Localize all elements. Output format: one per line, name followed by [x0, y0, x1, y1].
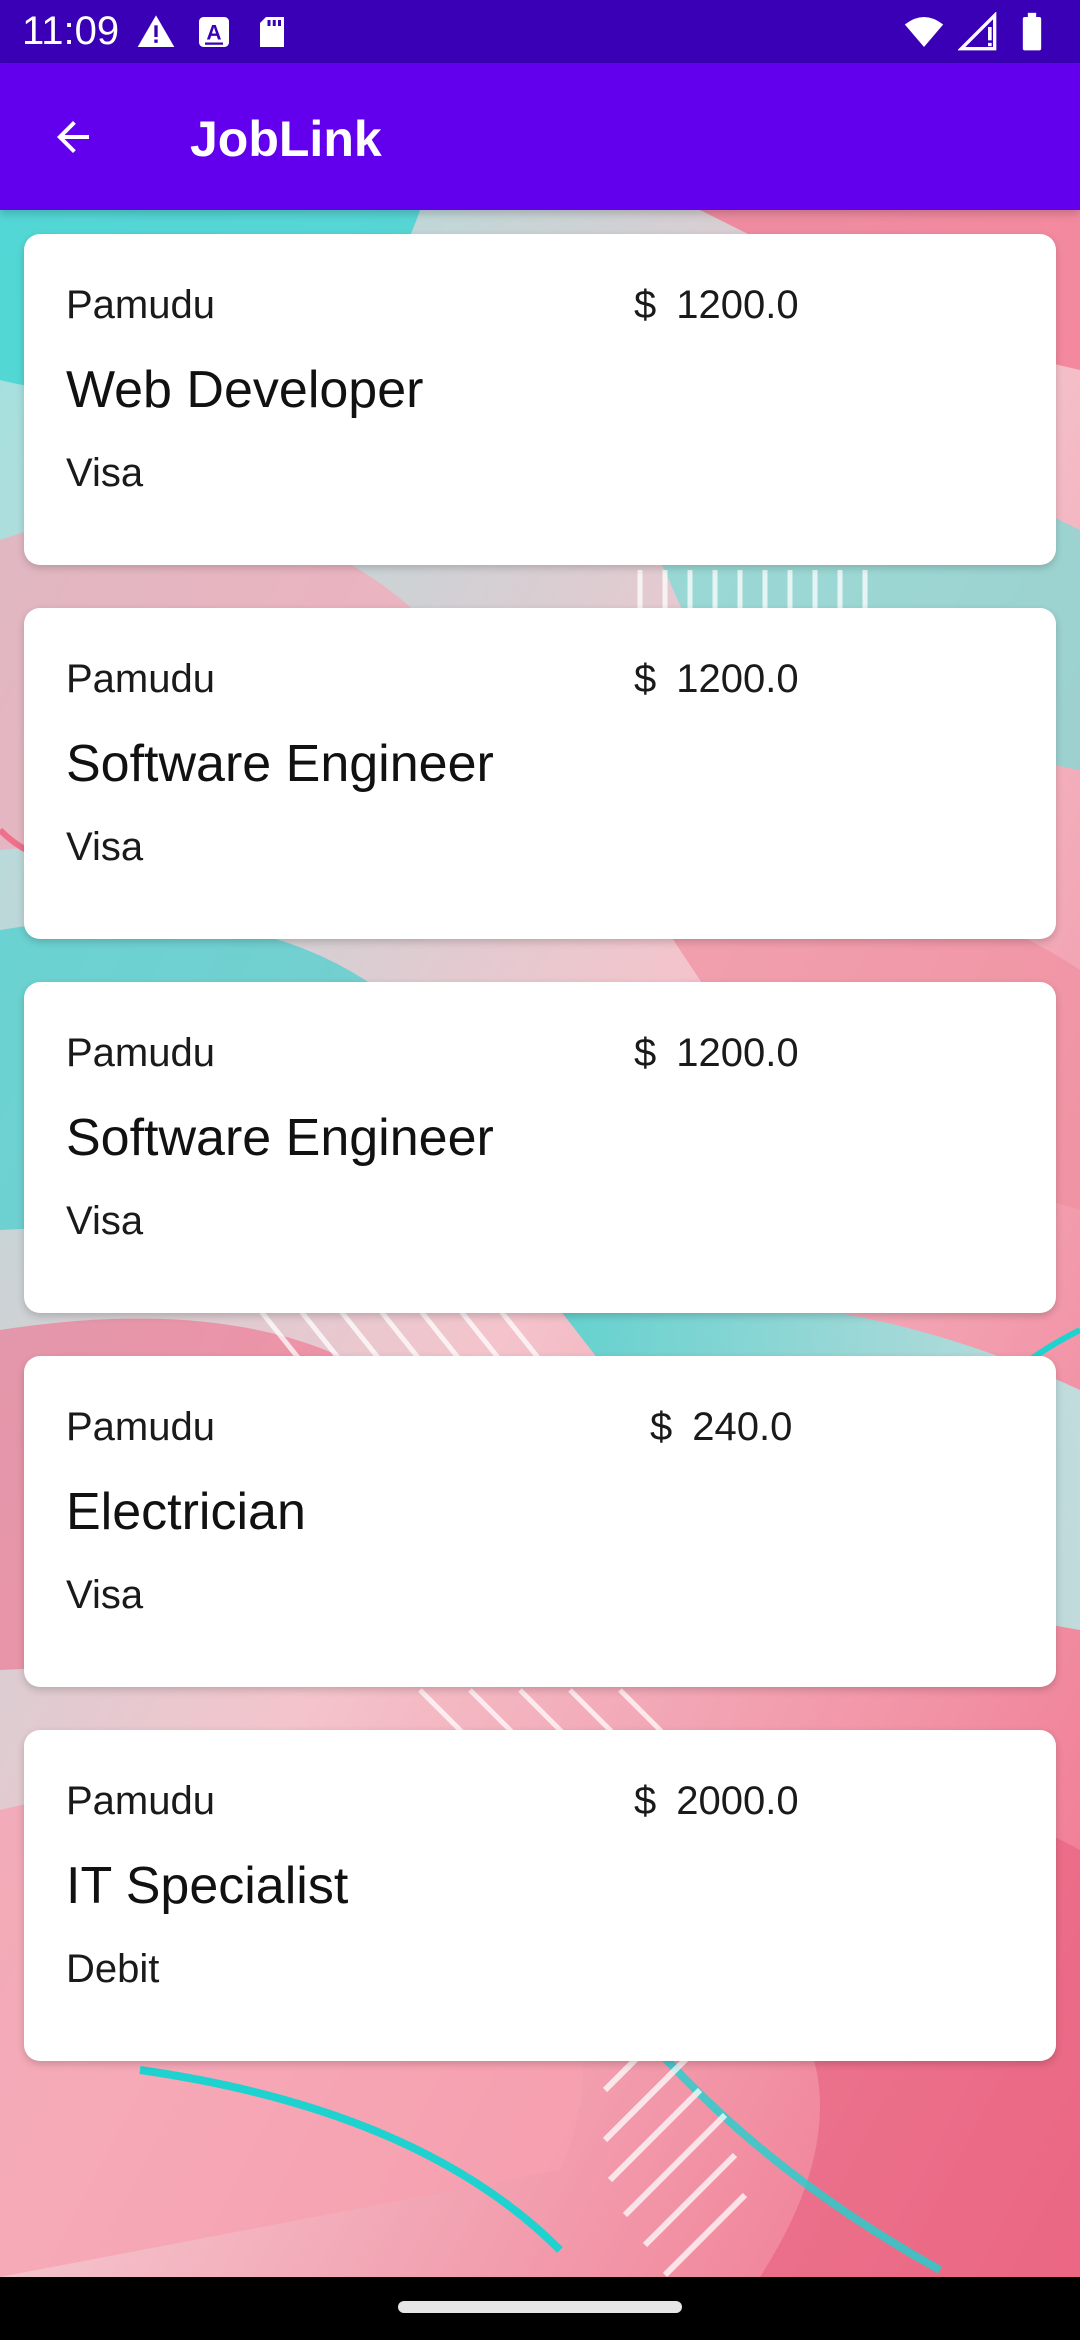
payment-method: Visa — [66, 1199, 144, 1243]
wifi-icon — [904, 12, 944, 52]
currency-symbol: $ — [634, 1779, 657, 1823]
job-owner: Pamudu — [66, 657, 215, 701]
price-amount: 2000.0 — [676, 1779, 799, 1823]
status-time: 11:09 — [22, 9, 120, 53]
job-title: IT Specialist — [66, 1857, 349, 1915]
job-card[interactable]: Pamudu $1200.0 Software Engineer Visa — [24, 982, 1056, 1313]
battery-icon — [1012, 12, 1052, 52]
job-owner: Pamudu — [66, 1779, 215, 1823]
app-bar: JobLink — [0, 63, 1080, 210]
payment-method: Visa — [66, 451, 144, 495]
price-amount: 1200.0 — [676, 1031, 799, 1075]
job-price: $240.0 — [650, 1404, 792, 1450]
arrow-back-icon — [57, 121, 89, 153]
navigation-bar — [0, 2277, 1080, 2340]
signal-icon — [958, 12, 998, 52]
job-title: Web Developer — [66, 361, 424, 419]
price-amount: 1200.0 — [676, 657, 799, 701]
job-owner: Pamudu — [66, 1031, 215, 1075]
home-indicator[interactable] — [398, 2301, 682, 2313]
job-price: $1200.0 — [634, 282, 799, 328]
job-title: Electrician — [66, 1483, 306, 1541]
back-button[interactable] — [40, 104, 106, 170]
job-card[interactable]: Pamudu $1200.0 Software Engineer Visa — [24, 608, 1056, 939]
status-system-icons — [904, 12, 1052, 52]
job-price: $2000.0 — [634, 1778, 799, 1824]
status-notification-icons: A — [136, 12, 292, 52]
payment-method: Visa — [66, 825, 144, 869]
job-title: Software Engineer — [66, 735, 494, 793]
job-card[interactable]: Pamudu $2000.0 IT Specialist Debit — [24, 1730, 1056, 2061]
payment-method: Debit — [66, 1947, 160, 1991]
status-bar: 11:09 A — [0, 0, 1080, 63]
svg-text:A: A — [206, 22, 221, 45]
payment-method: Visa — [66, 1573, 144, 1617]
price-amount: 240.0 — [692, 1405, 793, 1449]
job-title: Software Engineer — [66, 1109, 494, 1167]
screen: 11:09 A JobLink Pamudu $ 1200.0 Web Deve… — [0, 0, 1080, 2340]
job-owner: Pamudu — [66, 283, 215, 327]
job-card[interactable]: Pamudu $1200.0 Web Developer Visa — [24, 234, 1056, 565]
job-price: $1200.0 — [634, 1030, 799, 1076]
currency-symbol: $ — [634, 1031, 657, 1075]
app-title: JobLink — [190, 111, 382, 167]
sd-card-icon — [252, 12, 292, 52]
currency-symbol: $ — [634, 657, 657, 701]
job-card[interactable]: Pamudu $240.0 Electrician Visa — [24, 1356, 1056, 1687]
job-price: $1200.0 — [634, 656, 799, 702]
job-owner: Pamudu — [66, 1405, 215, 1449]
currency-symbol: $ — [634, 283, 657, 327]
alert-icon — [136, 12, 176, 52]
a-notification-icon: A — [194, 12, 234, 52]
price-amount: 1200.0 — [676, 283, 799, 327]
currency-symbol: $ — [650, 1405, 673, 1449]
